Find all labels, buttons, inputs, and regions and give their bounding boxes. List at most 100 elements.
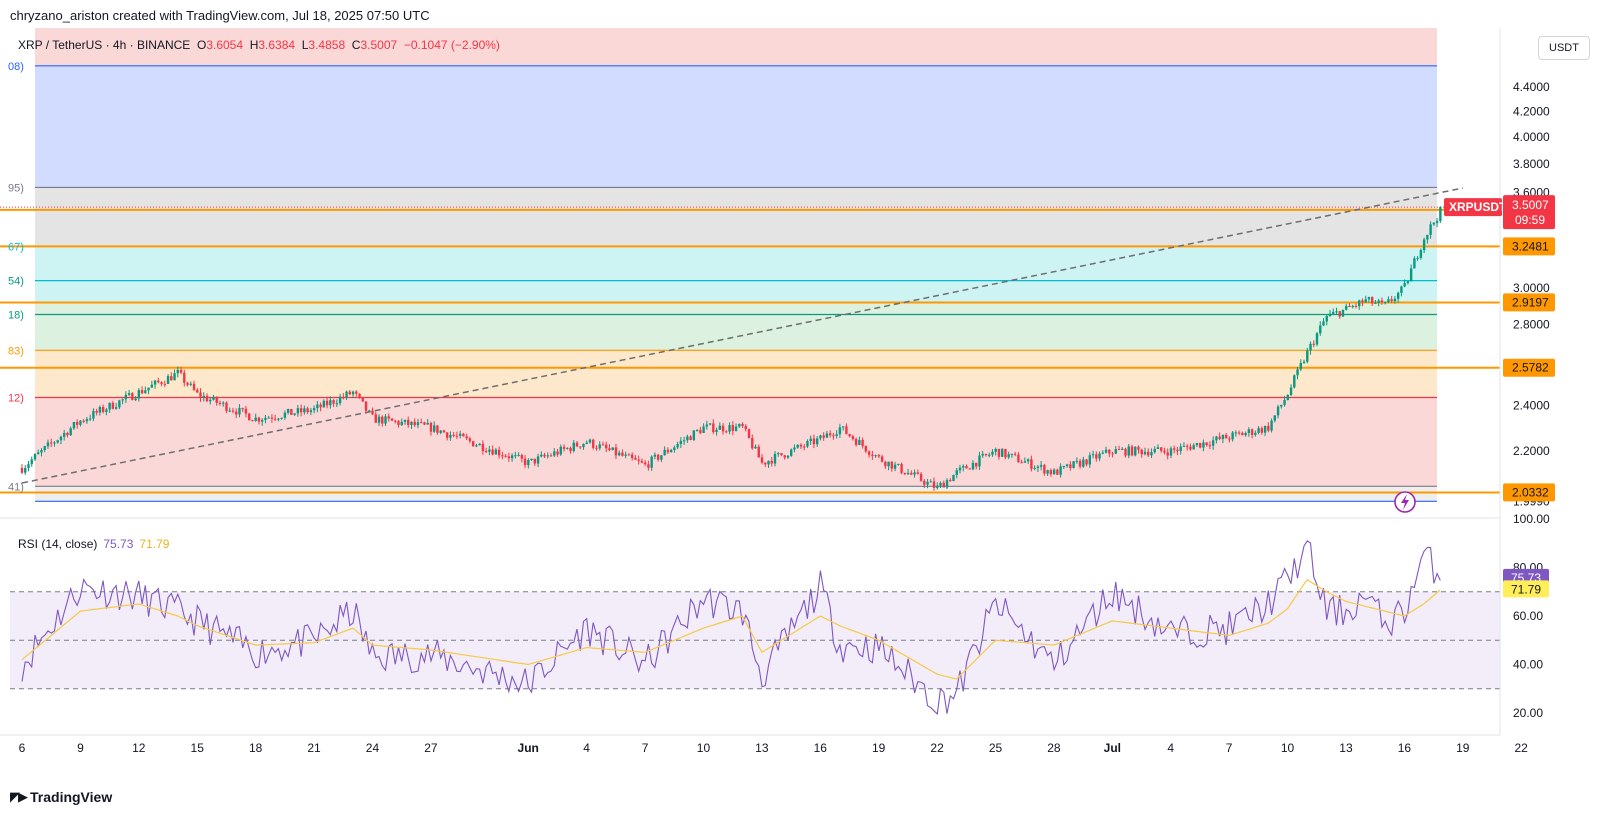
candle-body — [890, 461, 894, 469]
candle-body — [118, 400, 121, 408]
time-axis-label: 24 — [366, 741, 380, 755]
countdown-text: 09:59 — [1515, 213, 1545, 227]
candle-body — [1312, 343, 1315, 345]
candle-body — [1322, 321, 1325, 326]
candle-body — [1049, 470, 1053, 475]
candle-body — [432, 425, 436, 432]
currency-button[interactable]: USDT — [1538, 36, 1590, 60]
candle-body — [429, 422, 433, 432]
symbol-name[interactable]: XRP / TetherUS · 4h · BINANCE — [18, 38, 190, 52]
candle-body — [1205, 442, 1208, 446]
candle-body — [598, 444, 601, 449]
rsi-panel — [0, 517, 1500, 716]
candle-body — [338, 396, 342, 404]
candle-body — [491, 449, 494, 455]
candle-body — [790, 449, 793, 456]
candle-body — [692, 430, 696, 440]
time-axis-label: 13 — [1339, 741, 1353, 755]
last-price-text: 3.5007 — [1512, 198, 1549, 212]
candle-body — [715, 429, 718, 433]
candle-body — [1380, 300, 1384, 303]
candle-body — [770, 460, 773, 464]
candle-body — [484, 451, 488, 453]
candle-body — [1267, 425, 1270, 431]
candle-body — [637, 459, 640, 461]
candle-body — [1166, 452, 1169, 456]
time-axis-label: 28 — [1047, 741, 1061, 755]
candle-body — [1348, 305, 1351, 308]
candle-body — [238, 407, 241, 415]
candle-body — [744, 426, 747, 430]
candle-body — [488, 449, 491, 452]
candle-body — [254, 417, 257, 421]
fib-left-labels: 08) 95) 67) 54) 18) 83) 12) 41) — [8, 61, 24, 493]
candle-body — [277, 418, 280, 420]
time-axis-label: 10 — [697, 741, 711, 755]
price-tag-text: 2.9197 — [1512, 295, 1549, 309]
rsi-label[interactable]: RSI (14, close) — [18, 537, 97, 551]
candle-body — [1147, 451, 1150, 456]
candle-body — [157, 380, 160, 383]
time-axis[interactable]: 6 9 12 15 18 21 24 27 Jun 4 7 10 13 16 19 22 25 28 Jul 4 7 10… — [19, 741, 1529, 755]
rsi-value: 75.73 — [103, 537, 134, 551]
chart-svg: 08) 95) 67) 54) 18) 83) 12) 41) 4.4000 4.2000 4.0… — [0, 28, 1555, 755]
candle-body — [62, 432, 66, 437]
candle-body — [760, 457, 764, 463]
candle-body — [296, 408, 300, 414]
candle-body — [1192, 445, 1195, 450]
candle-body — [260, 420, 264, 422]
price-axis-label: 3.0000 — [1513, 281, 1550, 295]
candle-body — [874, 455, 877, 457]
candle-body — [533, 458, 537, 464]
candle-body — [397, 421, 400, 425]
candle-body — [1286, 395, 1290, 400]
candle-body — [845, 426, 848, 435]
change-value: −0.1047 (−2.90%) — [403, 38, 500, 52]
time-axis-label: 15 — [191, 741, 205, 755]
candle-body — [991, 451, 994, 455]
candle-body — [209, 399, 212, 402]
candle-body — [887, 461, 890, 467]
time-axis-label: 4 — [1167, 741, 1174, 755]
candle-body — [900, 463, 903, 473]
candle-body — [501, 455, 504, 457]
candle-body — [971, 462, 975, 470]
candle-body — [452, 434, 455, 436]
rsi-axis[interactable]: 100.0080.0060.0040.0020.0075.7371.79 — [1503, 512, 1550, 720]
candle-body — [202, 395, 205, 398]
candle-body — [1088, 455, 1092, 465]
candle-body — [140, 390, 144, 394]
candle-body — [1189, 446, 1192, 450]
candle-body — [121, 399, 124, 401]
candle-body — [475, 445, 478, 447]
candle-body — [306, 408, 309, 413]
candle-body — [43, 446, 46, 451]
rsi-ma-tag-text: 71.79 — [1511, 582, 1541, 596]
candle-body — [1419, 250, 1423, 258]
candle-body — [994, 448, 997, 452]
candle-body — [1276, 406, 1280, 416]
candle-body — [27, 464, 30, 468]
alert-lightning-icon[interactable] — [1394, 491, 1416, 513]
candle-body — [299, 408, 303, 413]
candle-body — [101, 407, 105, 412]
candle-body — [647, 464, 650, 468]
tradingview-logo[interactable]: ◤▶ TradingView — [10, 789, 112, 805]
candle-body — [1406, 281, 1410, 284]
candle-body — [877, 455, 881, 457]
candle-body — [92, 410, 95, 419]
candle-body — [514, 455, 517, 457]
candle-body — [764, 462, 767, 465]
candle-body — [1273, 415, 1277, 421]
candle-body — [601, 444, 605, 446]
candle-body — [523, 458, 527, 466]
candle-body — [864, 445, 868, 452]
open-label: O — [196, 38, 207, 52]
time-axis-label: 19 — [872, 741, 886, 755]
candle-body — [997, 448, 1001, 457]
candle-body — [712, 423, 715, 433]
candle-body — [170, 376, 173, 381]
candle-body — [867, 451, 871, 455]
candle-body — [913, 472, 916, 475]
candle-body — [1043, 465, 1046, 474]
